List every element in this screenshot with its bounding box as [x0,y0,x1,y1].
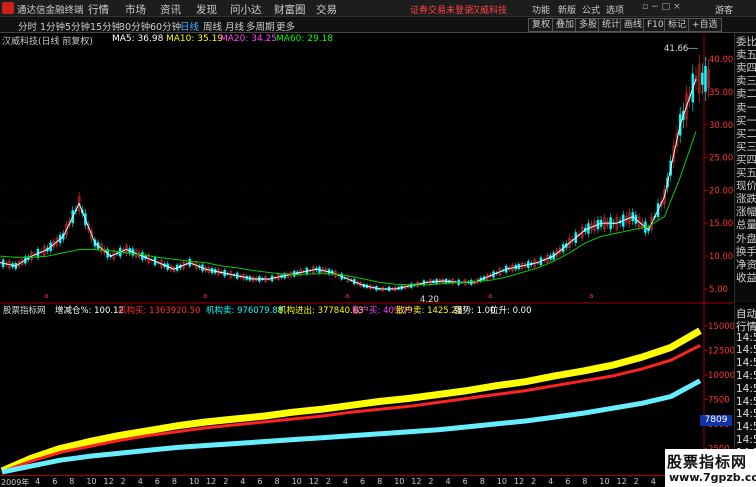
time-tick-label: 4 [445,477,451,486]
time-tick-label: 12 [206,477,217,486]
indicator-value-3: 机构进出: 377840.63 [278,306,364,316]
tick-panel-label: 14:5 [736,370,756,382]
time-tick-label: 10 [86,477,97,486]
indicator-tick-label: 7500 [708,395,730,405]
time-tick-label: 12 [103,477,114,486]
event-marker: a [488,292,492,300]
tick-panel-label: 14:5 [736,408,756,421]
quote-panel-label: 收益 [736,271,756,284]
indicator-tick-label: 10000 [708,371,734,381]
tick-panel-label: 14:5 [736,357,756,370]
indicator-value-0: 增减仓%: 100.12 [55,306,124,316]
indicator-series-0 [0,327,702,475]
time-tick-label: 2 [223,477,229,486]
tick-panel-label: 14:5 [736,344,756,357]
indicator-value-7: 拉升: 0.00 [490,306,532,316]
last-value-badge: 7809 [700,415,732,426]
candle-body [704,66,707,92]
time-tick-label: 6 [462,477,468,486]
time-tick-label: 6 [154,477,160,486]
time-tick-label: 10 [189,477,200,486]
kline-chart[interactable]: 40.00 35.00 30.00 25.00 20.00 15.00 10.00 5.00 1… [0,0,734,475]
watermark: 股票指标网 www.7gpzb.com [665,449,756,487]
time-tick-label: 10 [496,477,507,486]
time-tick-label: 6 [360,477,366,486]
time-tick-label: 4 [137,477,143,486]
time-tick-label: 2 [531,477,537,486]
price-tick-label: 15.00 [709,219,733,229]
price-tick-label: 25.00 [709,154,733,164]
tick-panel: 自动行情14:514:514:514:514:514:514:514:514:5… [734,305,756,459]
time-axis: 2009年 4 6 8 10 12 2 4 6 8 10 12 2 4 6 8 10 12 2 4 6 8 10 12 2 4 6 8… [0,475,734,487]
time-tick-label: 10 [291,477,302,486]
indicator-value-1: 机构买: 1363920.50 [118,306,201,316]
event-marker: a [345,292,349,300]
price-tick-label: 5.00 [709,285,728,295]
indicator-value-2: 机构卖: 976079.88 [206,306,284,316]
candle-body [701,72,704,85]
event-marker: a [44,292,48,300]
watermark-url: www.7gpzb.com [669,471,756,484]
price-tick-label: 40.00 [709,55,733,65]
tick-panel-label: 14:5 [736,395,756,408]
time-tick-label: 6 [257,477,263,486]
time-tick-label: 8 [69,477,75,486]
indicator-series-2 [1,378,702,475]
time-tick-label: 8 [582,477,588,486]
event-marker: a [589,292,593,300]
tick-panel-label: 14:5 [736,382,756,395]
time-tick-label: 2 [633,477,639,486]
high-annotation: 41.66 [664,44,688,54]
price-tick-label: 30.00 [709,121,733,131]
series-line-ma5 [0,78,697,290]
time-tick-label: 2 [428,477,434,486]
tick-panel-label: 14:5 [736,434,756,446]
time-tick-label: 4 [35,477,41,486]
time-tick-label: 8 [274,477,280,486]
time-tick-label: 8 [377,477,383,486]
series-line-ma60 [0,131,697,286]
time-tick-label: 10 [599,477,610,486]
time-tick-label: 8 [171,477,177,486]
time-tick-label: 4 [240,477,246,486]
time-tick-label: 4 [650,477,656,486]
indicator-value-5: 散户卖: 1425.28 [396,306,463,316]
indicator-tick-label: 15000 [708,322,734,332]
event-marker: a [203,292,207,300]
time-tick-label: 4 [548,477,554,486]
watermark-title: 股票指标网 [667,453,748,471]
time-tick-label: 12 [616,477,627,486]
time-tick-label: 2009年 [1,478,30,487]
time-tick-label: 6 [565,477,571,486]
time-tick-label: 2 [120,477,126,486]
indicator-name[interactable]: 股票指标网 [3,304,46,316]
price-tick-label: 35.00 [709,88,733,98]
time-tick-label: 4 [342,477,348,486]
time-tick-label: 6 [52,477,58,486]
tick-panel-label: 14:5 [736,421,756,434]
time-tick-label: 10 [394,477,405,486]
indicator-tick-label: 12500 [708,346,734,356]
time-tick-label: 8 [479,477,485,486]
time-tick-label: 12 [411,477,422,486]
time-tick-label: 2 [325,477,331,486]
price-tick-label: 20.00 [709,186,733,196]
price-tick-label: 10.00 [709,252,733,262]
time-tick-label: 12 [308,477,319,486]
time-tick-label: 12 [513,477,525,486]
quote-panel: 委比 卖五 卖四 卖三 卖二 卖一 买一 买二 买三 买四 买五 现价 涨跌 涨幅 总量 外盘 换手 净资 收益 [734,33,756,303]
tick-panel-label: 14:5 [736,331,756,344]
